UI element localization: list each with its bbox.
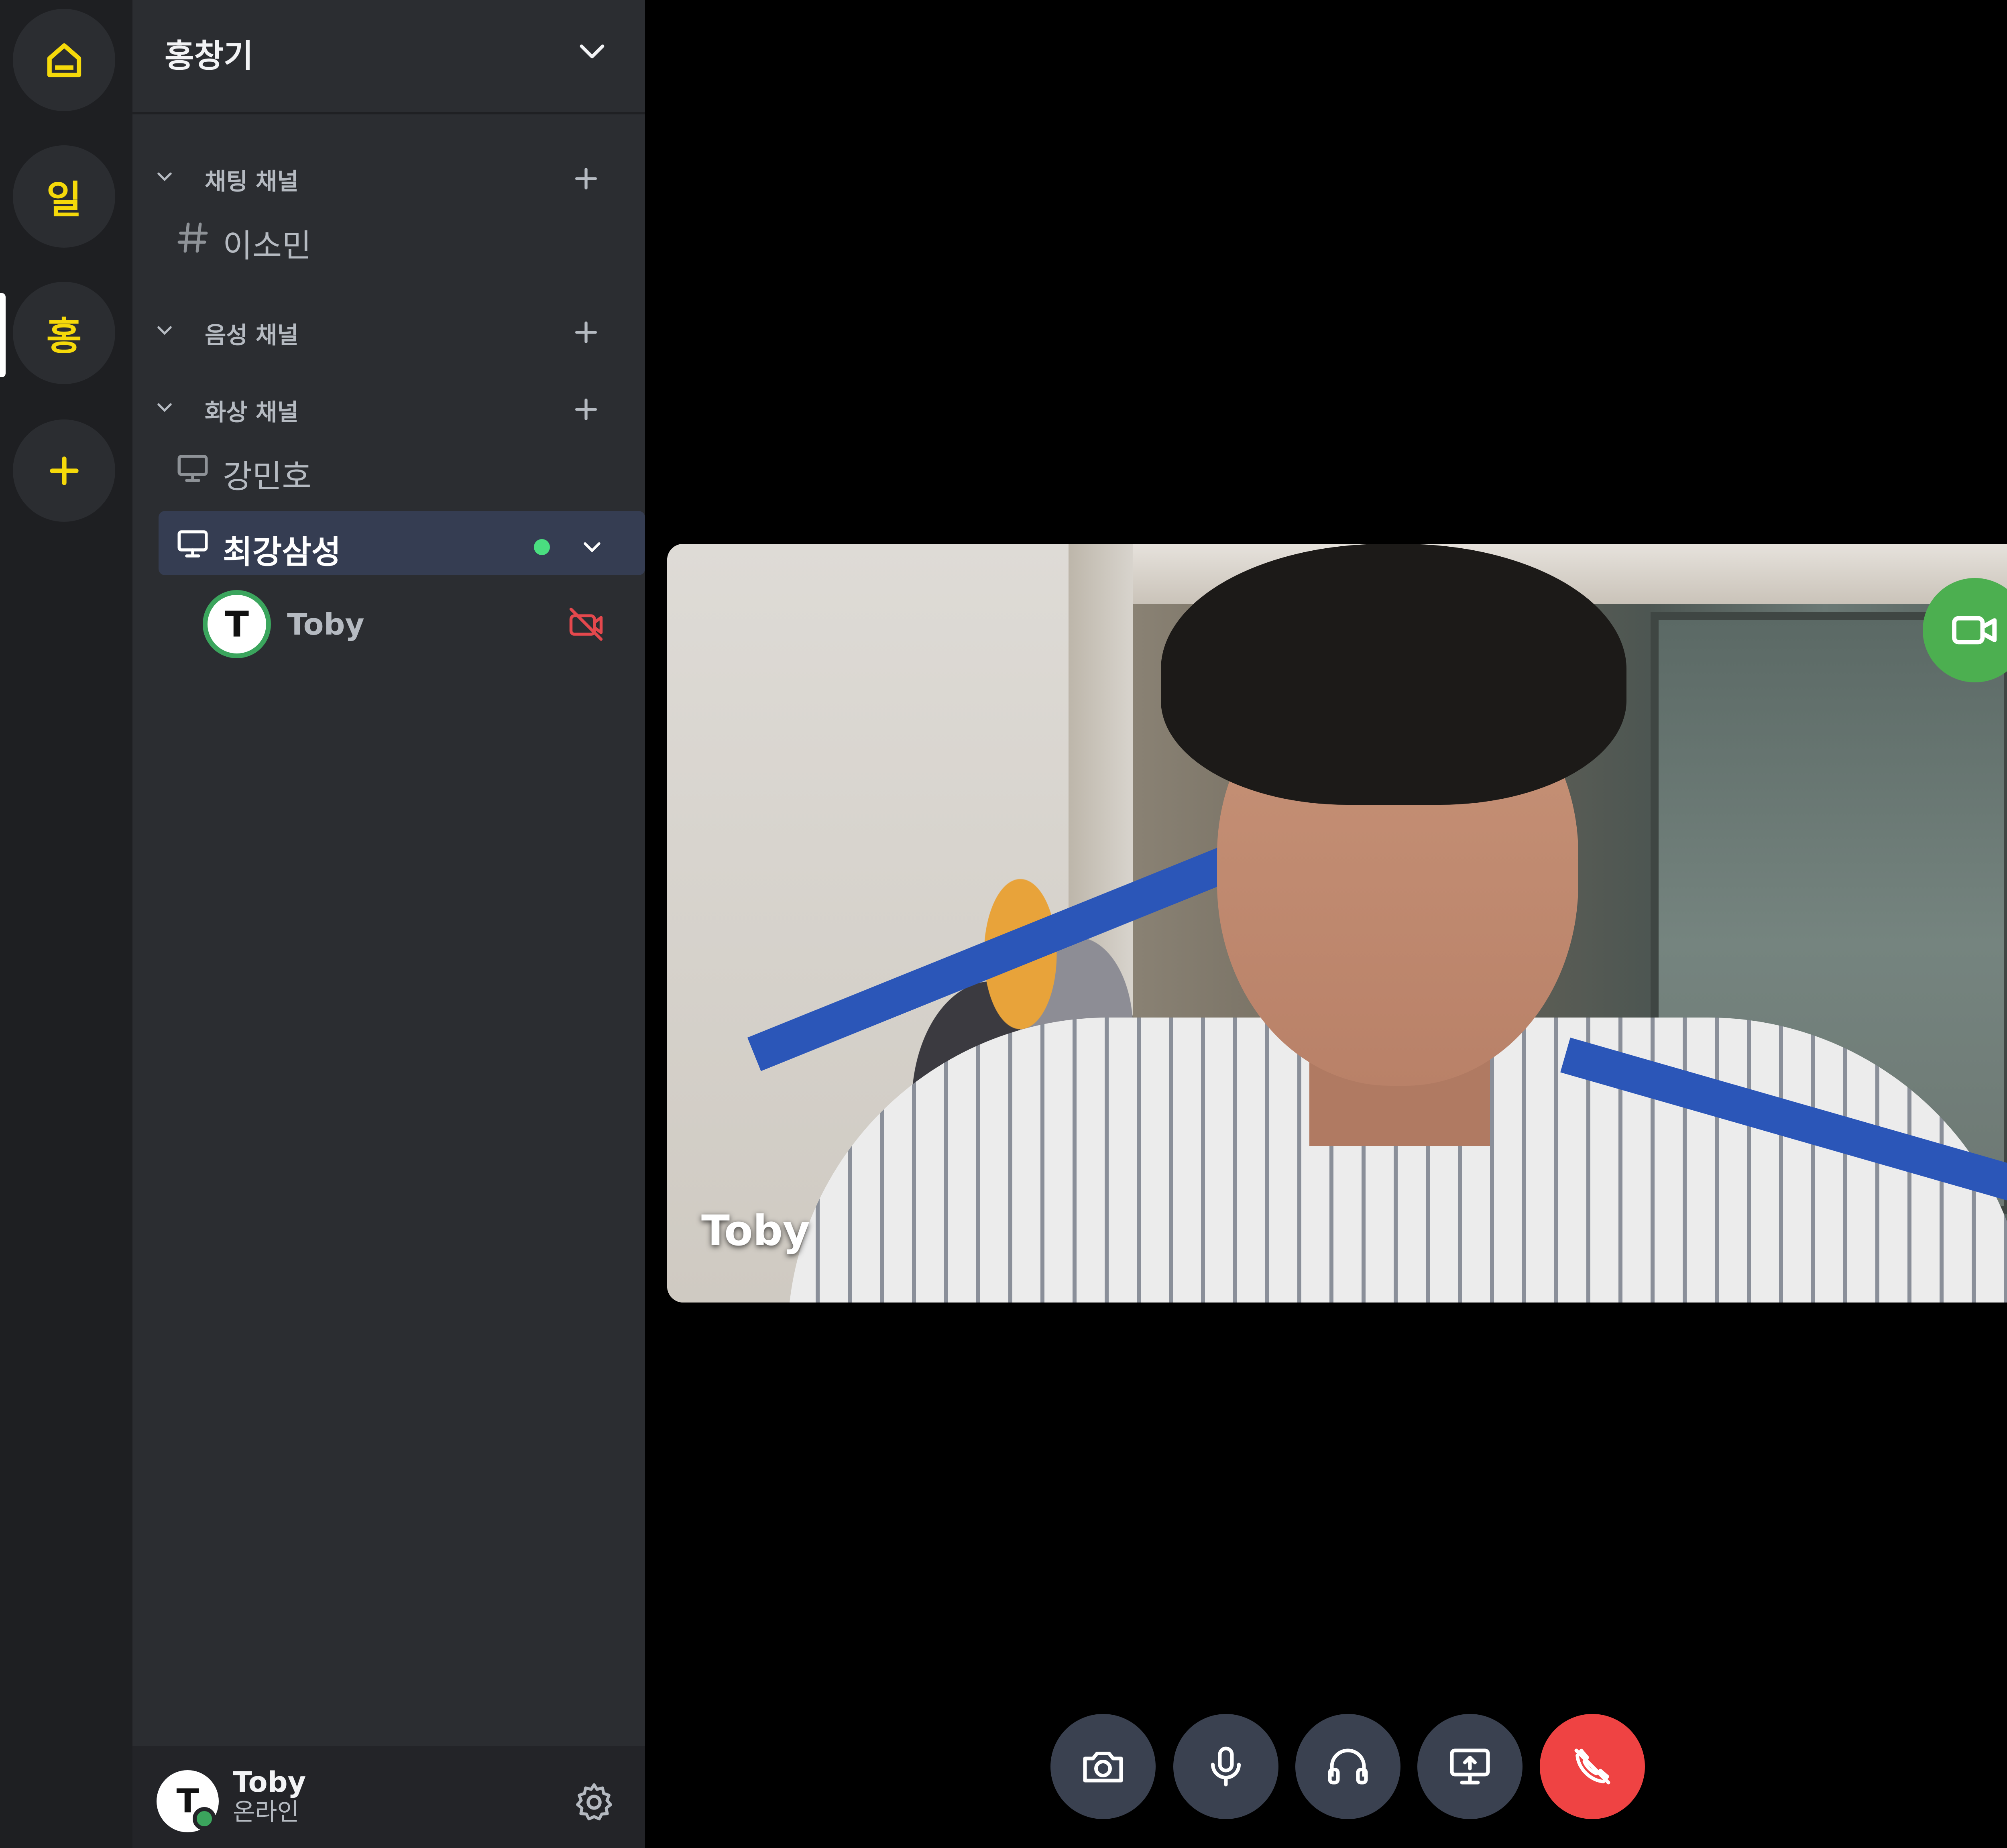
user-name: Toby <box>233 1766 306 1799</box>
participant-name-tag: Toby <box>701 1206 810 1255</box>
home-server-button[interactable] <box>13 9 115 111</box>
channel-sidebar: 홍창기 채팅 채널 이소민 음성 채널 화상 채널 강민호 최강삼성 T Tob… <box>132 0 645 1848</box>
hang-up-button[interactable] <box>1540 1714 1645 1819</box>
headphones-icon <box>1328 1748 1368 1785</box>
hang-up-icon <box>1574 1748 1610 1785</box>
chevron-down-icon[interactable] <box>570 34 614 70</box>
video-stage: Toby <box>645 0 2007 1848</box>
category-video[interactable]: 화상 채널 <box>132 385 645 429</box>
online-status-dot <box>193 1807 216 1830</box>
add-channel-icon[interactable] <box>570 163 602 195</box>
chevron-down-icon[interactable] <box>578 533 606 561</box>
screen-share-button[interactable] <box>1417 1714 1523 1819</box>
category-label: 음성 채널 <box>205 322 299 349</box>
channel-member[interactable]: T Toby <box>203 588 644 660</box>
plus-icon <box>49 456 79 485</box>
microphone-button[interactable] <box>1173 1714 1278 1819</box>
channel-item-video-active[interactable]: 최강삼성 <box>159 511 645 575</box>
add-channel-icon[interactable] <box>570 393 602 425</box>
category-label: 채팅 채널 <box>205 168 299 195</box>
category-label: 화상 채널 <box>205 399 299 426</box>
gear-icon[interactable] <box>572 1780 616 1824</box>
user-status: 온라인 <box>233 1798 299 1826</box>
category-voice[interactable]: 음성 채널 <box>132 308 645 352</box>
channel-item-video[interactable]: 강민호 <box>159 436 645 500</box>
member-name: Toby <box>287 607 364 642</box>
monitor-icon <box>177 455 208 482</box>
channel-label: 최강삼성 <box>223 533 341 571</box>
server-button-hong[interactable]: 홍 <box>13 282 115 384</box>
avatar: T <box>203 590 271 658</box>
hash-icon <box>177 222 208 253</box>
video-subject <box>1161 544 1626 805</box>
add-channel-icon[interactable] <box>570 316 602 348</box>
user-panel: T Toby 온라인 <box>132 1746 645 1848</box>
screen-share-icon <box>1450 1748 1490 1785</box>
chevron-down-icon <box>157 172 172 181</box>
monitor-icon <box>177 530 208 558</box>
chevron-down-icon <box>157 403 172 412</box>
channel-label: 이소민 <box>223 227 311 265</box>
server-rail: 일 홍 <box>0 0 132 1848</box>
participant-video-tile[interactable]: Toby <box>667 544 2007 1303</box>
chevron-down-icon <box>157 326 172 335</box>
server-header[interactable]: 홍창기 <box>132 0 645 114</box>
channel-label: 강민호 <box>223 458 311 495</box>
channel-item-chat[interactable]: 이소민 <box>159 205 645 269</box>
server-label: 일 <box>46 177 82 222</box>
add-server-button[interactable] <box>13 419 115 522</box>
server-title: 홍창기 <box>165 37 253 75</box>
avatar-initial: T <box>224 603 249 645</box>
selected-server-indicator <box>0 293 6 377</box>
home-icon <box>47 43 81 77</box>
server-label: 홍 <box>46 314 82 359</box>
camera-button[interactable] <box>1050 1714 1156 1819</box>
video-camera-icon <box>1952 616 1997 645</box>
headphones-button[interactable] <box>1295 1714 1400 1819</box>
camera-icon <box>1083 1752 1123 1783</box>
category-chat[interactable]: 채팅 채널 <box>132 155 645 199</box>
live-status-dot <box>534 539 550 555</box>
server-button-il[interactable]: 일 <box>13 145 115 248</box>
microphone-icon <box>1211 1746 1241 1787</box>
camera-off-icon <box>569 607 603 641</box>
